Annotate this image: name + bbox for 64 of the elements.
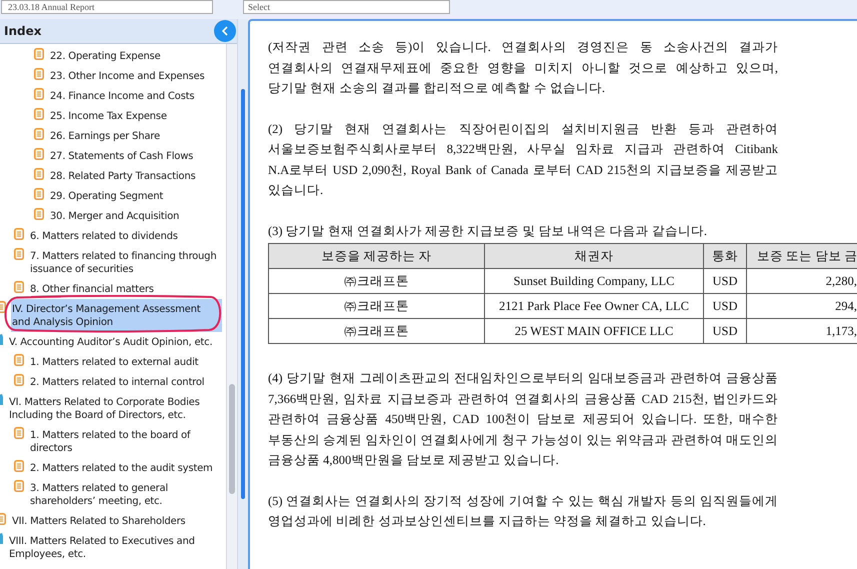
tree-item[interactable]: 8. Other financial matters bbox=[29, 279, 222, 299]
document-icon bbox=[34, 148, 44, 160]
body-paragraph: (4) 당기말 현재 그레이츠판교의 전대임차인으로부터의 임대보증금과 관련하여 금융상품 7,366백만원, 임차료 지급보증과 관련하여 연결회사의 금융상품 CAD 215천, 법인카드와 관련하여 금융상품 450백만원, CAD 100천이 담보로 제공되어 있습니다. 또한, 매수한 부동산의 승계된 임차인이 연결회사에게 청구 가능성이 있는 위약금과 관련하여 매도인의 금융상품 4,800백만원을 담보로 제공받고 있습니다. bbox=[268, 370, 778, 469]
document-icon bbox=[34, 88, 44, 100]
column-header: 채권자 bbox=[484, 244, 704, 268]
document-icon bbox=[34, 108, 44, 120]
table-cell: 2121 Park Place Fee Owner CA, LLC bbox=[484, 294, 704, 318]
scrollbar-thumb[interactable] bbox=[229, 384, 235, 494]
table-cell: ㈜크래프톤 bbox=[268, 268, 484, 294]
tree-item[interactable]: 29. Operating Segment bbox=[49, 186, 222, 206]
document-icon bbox=[14, 374, 24, 386]
body-paragraph: (저작권 관련 소송 등)이 있습니다. 연결회사의 경영진은 동 소송사건의 결과가 연결회사의 연결재무제표에 중요한 영향을 미치지 아니할 것으로 예상하고 있으며, 당기말 현재 소송의 결과를 합리적으로 예측할 수 없습니다. bbox=[268, 39, 778, 97]
column-header: 통화 bbox=[704, 244, 746, 268]
document-icon bbox=[14, 228, 24, 240]
tree-item[interactable]: VIII. Matters Related to Executives and Employees, etc. bbox=[8, 531, 222, 564]
index-title: Index bbox=[4, 23, 42, 40]
collapse-button[interactable] bbox=[214, 20, 236, 42]
tree-item[interactable]: 26. Earnings per Share bbox=[49, 126, 222, 146]
tree-item[interactable]: 25. Income Tax Expense bbox=[49, 106, 222, 126]
tree-item[interactable]: 23. Other Income and Expenses bbox=[49, 66, 222, 86]
tree-item[interactable]: 1. Matters related to external audit bbox=[29, 352, 222, 372]
document-icon bbox=[14, 480, 24, 492]
column-header: 보증을 제공하는 자 bbox=[268, 244, 484, 268]
body-paragraph: (5) 연결회사는 연결회사의 장기적 성장에 기여할 수 있는 핵심 개발자 등의 임직원들에게 영업성과에 비례한 성과보상인센티브를 지급하는 약정을 체결하고 있습니다. bbox=[268, 492, 778, 530]
document-icon bbox=[14, 460, 24, 472]
tree-item[interactable]: 2. Matters related to internal control bbox=[29, 372, 222, 392]
tree-item[interactable]: VI. Matters Related to Corporate Bodies Including the Board of Directors, etc. bbox=[8, 392, 222, 425]
tree-item[interactable]: 2. Matters related to the audit system bbox=[29, 458, 222, 478]
table-cell: USD bbox=[704, 318, 746, 344]
tree-item[interactable]: V. Accounting Auditor’s Audit Opinion, etc. bbox=[8, 332, 222, 352]
document-icon bbox=[14, 248, 24, 260]
table-cell: 25 WEST MAIN OFFICE LLC bbox=[484, 318, 704, 344]
tree-item[interactable]: 3. Matters related to general shareholders’ meeting, etc. bbox=[29, 478, 222, 511]
tree-item[interactable]: 24. Finance Income and Costs bbox=[49, 86, 222, 106]
table-cell: USD bbox=[704, 294, 746, 318]
tree-item[interactable]: 7. Matters related to financing through issuance of securities bbox=[29, 246, 222, 279]
section-dropdown[interactable]: Select bbox=[243, 0, 450, 14]
tree-item[interactable]: 22. Operating Expense bbox=[49, 46, 222, 66]
tree-item[interactable]: IV. Director’s Management Assessment and Analysis Opinion bbox=[11, 299, 222, 332]
document-icon bbox=[34, 48, 44, 60]
document-icon bbox=[14, 427, 24, 439]
scrollbar-track[interactable] bbox=[226, 44, 237, 569]
chevron-left-icon bbox=[221, 26, 229, 36]
table-cell: ㈜크래프톤 bbox=[268, 318, 484, 344]
table-cell: ㈜크래프톤 bbox=[268, 294, 484, 318]
document-icon bbox=[14, 354, 24, 366]
tree-item[interactable]: 30. Merger and Acquisition bbox=[49, 206, 222, 226]
document-icon bbox=[34, 188, 44, 200]
column-header: 보증 또는 담보 금 bbox=[746, 244, 857, 268]
report-dropdown[interactable]: 23.03.18 Annual Report bbox=[1, 0, 213, 14]
document-icon bbox=[34, 68, 44, 80]
document-icon bbox=[34, 168, 44, 180]
document-icon bbox=[14, 281, 24, 293]
tree-item[interactable]: 27. Statements of Cash Flows bbox=[49, 146, 222, 166]
tree-item[interactable]: VII. Matters Related to Shareholders bbox=[11, 511, 222, 531]
table-cell: USD bbox=[704, 268, 746, 294]
body-paragraph: (2) 당기말 현재 연결회사는 직장어린이집의 설치비지원금 반환 등과 관련하여 서울보증보험주식회사로부터 8,322백만원, 사무실 임차료 지급과 관련하여 Citibank N.A로부터 USD 2,090천, Royal Bank of Canada 로부터 CAD 215천의 지급보증을 제공받고 있습니다. bbox=[268, 120, 778, 199]
document-icon bbox=[34, 128, 44, 140]
tree-item[interactable]: 1. Matters related to the board of directors bbox=[29, 425, 222, 458]
tree-item[interactable]: 28. Related Party Transactions bbox=[49, 166, 222, 186]
table-cell: Sunset Building Company, LLC bbox=[484, 268, 704, 294]
body-paragraph: (3) 당기말 현재 연결회사가 제공한 지급보증 및 담보 내역은 다음과 같습니다. bbox=[268, 222, 708, 240]
tree-item[interactable]: 6. Matters related to dividends bbox=[29, 226, 222, 246]
document-icon bbox=[34, 208, 44, 220]
